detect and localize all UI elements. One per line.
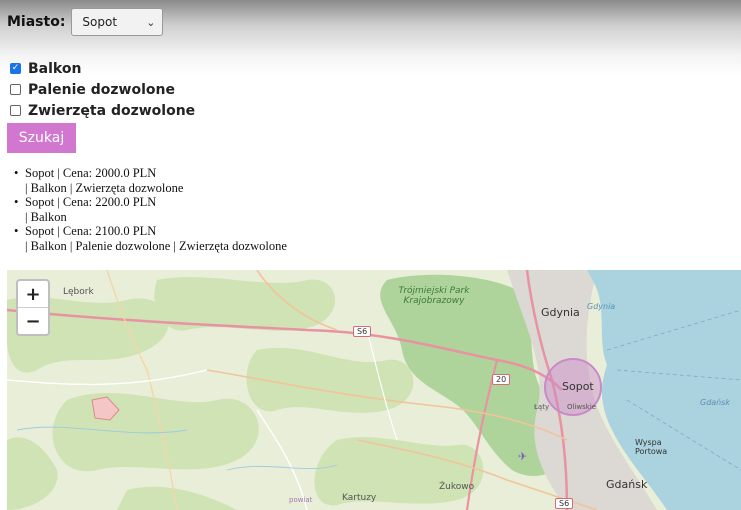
map-label-gdynia: Gdynia bbox=[541, 306, 580, 319]
map-label-gdansk: Gdańsk bbox=[606, 478, 648, 491]
map-label-sopot: Sopot bbox=[562, 380, 594, 393]
road-shield-s6-south: S6 bbox=[555, 498, 574, 509]
airport-icon: ✈ bbox=[518, 450, 527, 463]
city-select-value: Sopot bbox=[82, 15, 118, 29]
city-filter: Miasto: Sopot ⌄ bbox=[7, 8, 164, 36]
result-amenities: | Balkon | Zwierzęta dozwolone bbox=[25, 180, 184, 195]
city-select[interactable]: Sopot ⌄ bbox=[71, 8, 164, 36]
balcony-checkbox[interactable] bbox=[10, 63, 21, 74]
map-label-lebork: Lębork bbox=[63, 287, 94, 297]
smoking-checkbox[interactable] bbox=[10, 84, 21, 95]
map-label-park: Trójmiejski Park Krajobrazowy bbox=[398, 286, 470, 306]
list-item: Sopot | Cena: 2100.0 PLN | Balkon | Pale… bbox=[14, 224, 287, 253]
zoom-in-button[interactable]: + bbox=[18, 281, 48, 308]
result-summary: Sopot | Cena: 2200.0 PLN bbox=[25, 195, 157, 209]
zoom-control: + − bbox=[16, 279, 50, 336]
balcony-label[interactable]: Balkon bbox=[28, 61, 81, 77]
map-label-kartuzy: Kartuzy bbox=[342, 493, 377, 503]
pets-checkbox[interactable] bbox=[10, 105, 21, 116]
pets-option[interactable]: Zwierzęta dozwolone bbox=[10, 100, 195, 121]
map-label-gdansk-water: Gdańsk bbox=[700, 398, 731, 407]
map-tiles: ✈ bbox=[7, 270, 741, 510]
result-summary: Sopot | Cena: 2000.0 PLN bbox=[25, 166, 157, 180]
map-label-gdynia-water: Gdynia bbox=[587, 302, 616, 311]
smoking-option[interactable]: Palenie dozwolone bbox=[10, 79, 195, 100]
road-shield-s6-north: S6 bbox=[353, 326, 372, 337]
list-item: Sopot | Cena: 2200.0 PLN | Balkon bbox=[14, 195, 287, 224]
map-label-zukowo: Żukowo bbox=[439, 482, 475, 492]
pets-label[interactable]: Zwierzęta dozwolone bbox=[28, 103, 195, 119]
result-amenities: | Balkon bbox=[25, 209, 67, 224]
city-label: Miasto: bbox=[7, 14, 66, 30]
road-shield-20: 20 bbox=[492, 374, 511, 385]
balcony-option[interactable]: Balkon bbox=[10, 58, 195, 79]
result-summary: Sopot | Cena: 2100.0 PLN bbox=[25, 224, 157, 238]
map-label-laty: Łąty bbox=[534, 403, 550, 411]
amenity-filters: Balkon Palenie dozwolone Zwierzęta dozwo… bbox=[10, 58, 195, 121]
map-label-wyspa: Wyspa Portowa bbox=[635, 438, 668, 456]
chevron-down-icon: ⌄ bbox=[146, 15, 156, 29]
results-list: Sopot | Cena: 2000.0 PLN | Balkon | Zwie… bbox=[14, 166, 287, 253]
search-button[interactable]: Szukaj bbox=[7, 123, 76, 153]
map-label-powiat: powiat bbox=[289, 496, 313, 504]
smoking-label[interactable]: Palenie dozwolone bbox=[28, 82, 175, 98]
map[interactable]: ✈ + − Lębork Trójmiejski Park Krajobrazo… bbox=[7, 270, 741, 510]
zoom-out-button[interactable]: − bbox=[18, 308, 48, 334]
result-amenities: | Balkon | Palenie dozwolone | Zwierzęta… bbox=[25, 238, 287, 253]
list-item: Sopot | Cena: 2000.0 PLN | Balkon | Zwie… bbox=[14, 166, 287, 195]
map-label-oliwskie: Oliwskie bbox=[567, 403, 597, 411]
